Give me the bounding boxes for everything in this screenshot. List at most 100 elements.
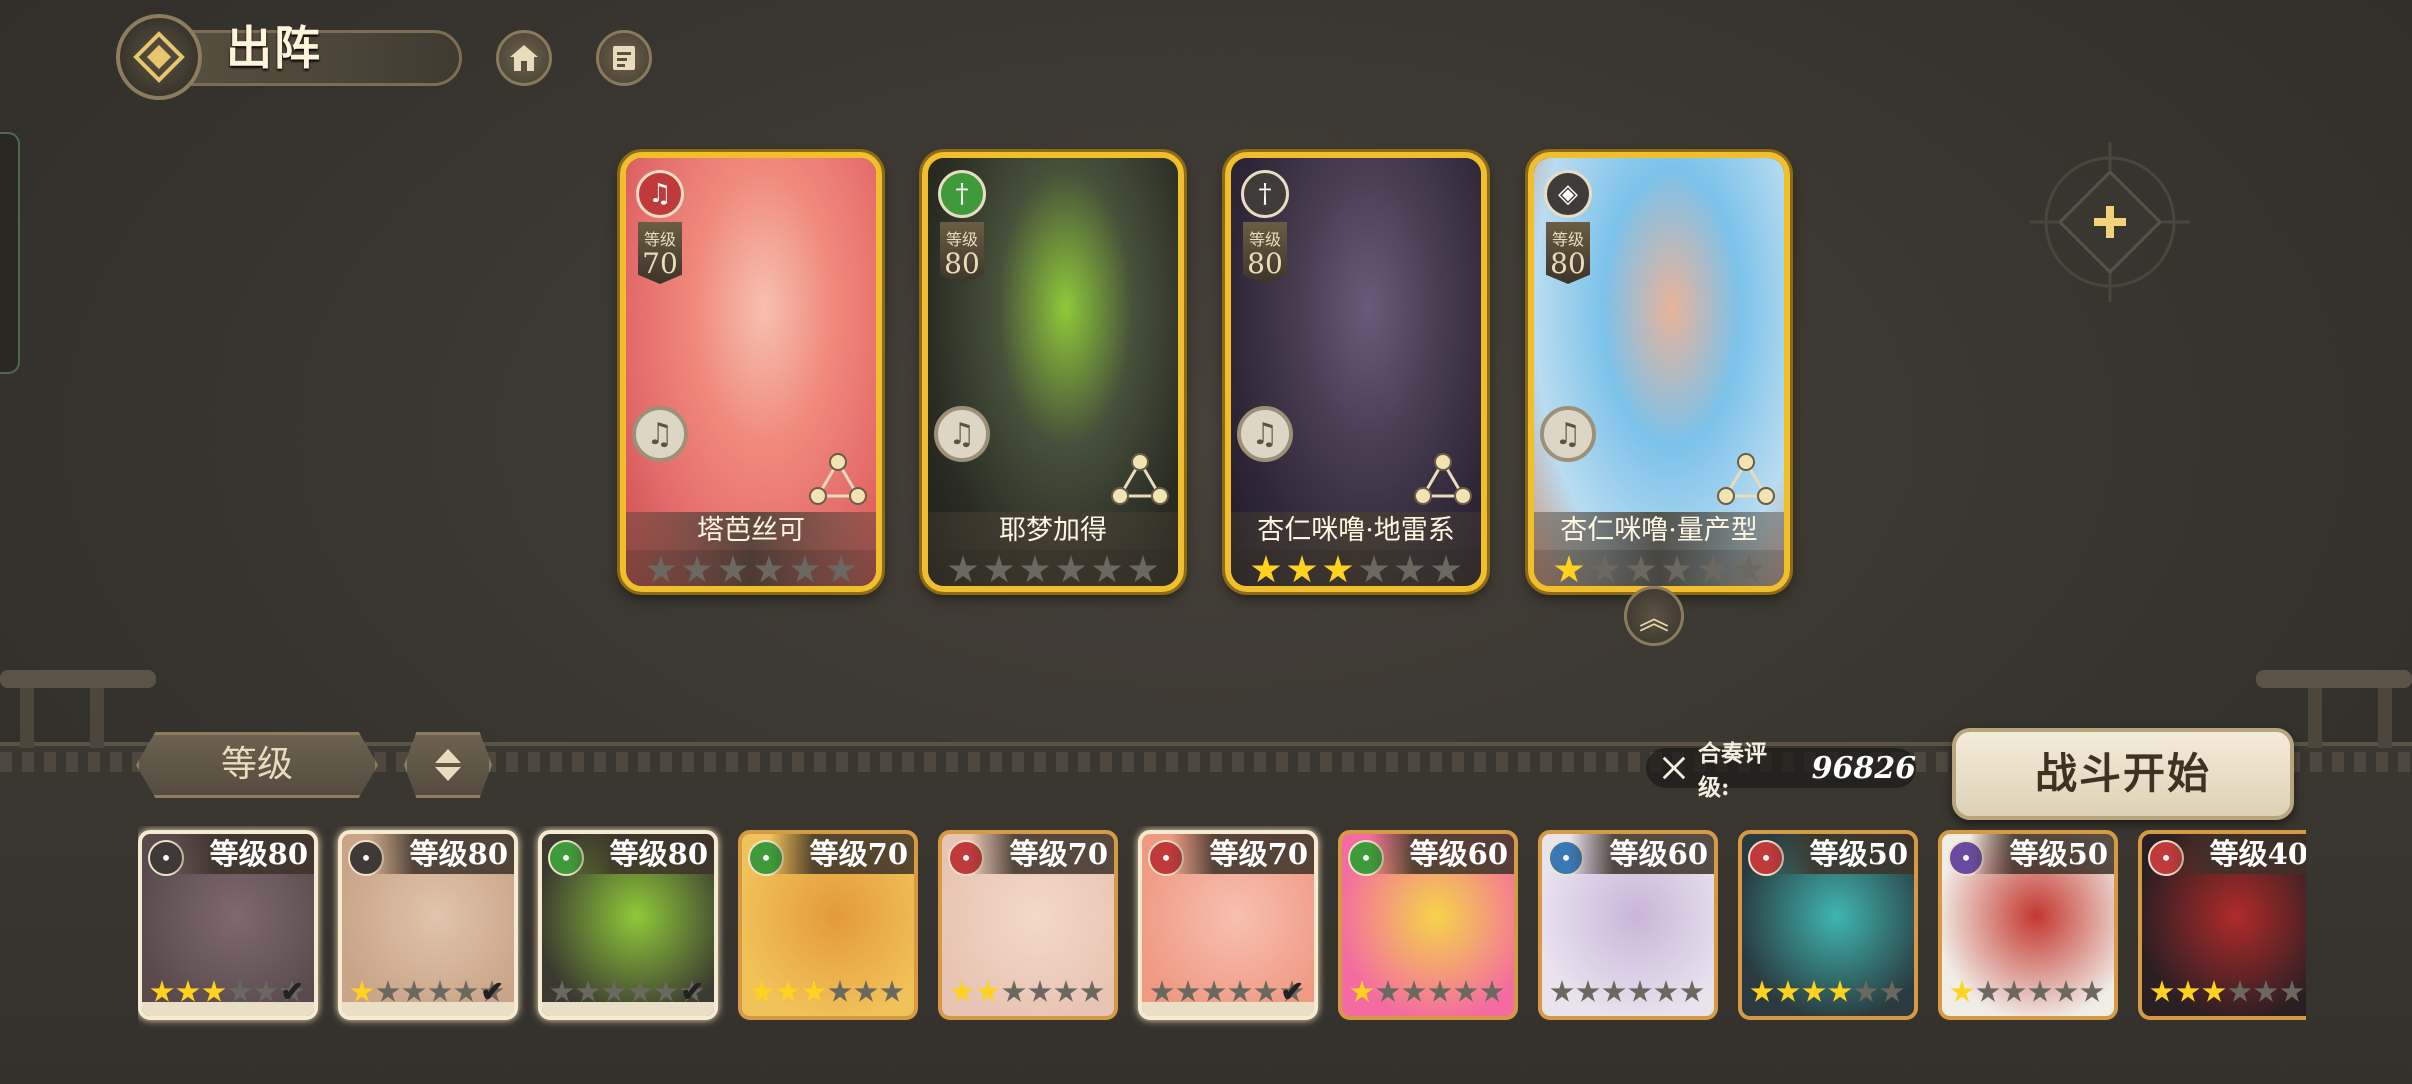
start-battle-button[interactable]: 战斗开始 xyxy=(1952,728,2294,820)
star-icon xyxy=(950,980,974,1002)
star-icon xyxy=(1776,980,1800,1002)
add-team-member-slot[interactable] xyxy=(2028,140,2192,304)
star-icon xyxy=(984,555,1014,583)
team-card[interactable]: † 等级 80 ♫ 杏仁咪噜·地雷系 xyxy=(1225,152,1487,592)
star-icon xyxy=(2080,980,2104,1002)
star-icon xyxy=(202,980,226,1002)
roster-character-card[interactable]: • 等级80 ✔ xyxy=(338,830,518,1020)
left-edge-tab[interactable] xyxy=(0,132,20,374)
music-note-icon[interactable]: ♫ xyxy=(1237,406,1293,462)
star-icon xyxy=(402,980,426,1002)
roster-character-card[interactable]: • 等级50 xyxy=(1938,830,2118,1020)
roster-level: 等级70 xyxy=(769,834,914,874)
star-icon xyxy=(2150,980,2174,1002)
roster-character-card[interactable]: • 等级40 xyxy=(2138,830,2306,1020)
star-icon xyxy=(828,980,852,1002)
roster-character-card[interactable]: • 等级80 ✔ xyxy=(538,830,718,1020)
star-icon xyxy=(376,980,400,1002)
team-card[interactable]: ♫ 等级 70 ♫ 塔芭丝可 xyxy=(620,152,882,592)
sort-by-level-button[interactable]: 等级 xyxy=(136,732,378,798)
star-icon xyxy=(1020,555,1050,583)
star-rating xyxy=(1231,550,1481,586)
star-icon xyxy=(454,980,478,1002)
star-icon xyxy=(1128,555,1158,583)
triangle-link-icon[interactable] xyxy=(1110,452,1170,508)
star-icon xyxy=(1880,980,1904,1002)
star-icon xyxy=(1554,555,1584,583)
team-card[interactable]: † 等级 80 ♫ 耶梦加得 xyxy=(922,152,1184,592)
roster-character-card[interactable]: • 等级70 xyxy=(738,830,918,1020)
diamond-emblem-icon[interactable] xyxy=(116,14,202,100)
page-title: 出阵 xyxy=(226,21,322,75)
checkmark-icon: ✔ xyxy=(280,975,304,1008)
music-note-icon[interactable]: ♫ xyxy=(934,406,990,462)
triangle-link-icon[interactable] xyxy=(808,452,868,508)
star-icon xyxy=(1628,980,1652,1002)
notes-button[interactable] xyxy=(596,30,652,86)
star-icon xyxy=(1376,980,1400,1002)
roster-level: 等级80 xyxy=(169,834,314,874)
roster-character-card[interactable]: • 等级60 xyxy=(1338,830,1518,1020)
star-icon xyxy=(826,555,856,583)
star-icon xyxy=(1662,555,1692,583)
star-icon xyxy=(228,980,252,1002)
star-icon xyxy=(1480,980,1504,1002)
music-note-icon[interactable]: ♫ xyxy=(632,406,688,462)
triangle-link-icon[interactable] xyxy=(1716,452,1776,508)
star-icon xyxy=(2202,980,2226,1002)
roster-character-card[interactable]: • 等级60 xyxy=(1538,830,1718,1020)
home-icon xyxy=(510,45,538,71)
roster-level: 等级70 xyxy=(969,834,1114,874)
notes-icon xyxy=(613,46,635,70)
star-icon xyxy=(2028,980,2052,1002)
star-icon xyxy=(1056,555,1086,583)
roster-character-card[interactable]: • 等级70 xyxy=(938,830,1118,1020)
lyre-element-icon: ♫ xyxy=(636,170,684,218)
level-badge: 等级 70 xyxy=(638,222,682,284)
star-icon xyxy=(718,555,748,583)
star-rating xyxy=(1534,550,1784,586)
shield-element-icon: ◈ xyxy=(1544,170,1592,218)
character-roster[interactable]: • 等级80 ✔ • 等级80 ✔ • 等级80 ✔ • 等级70 • 等级70 • 等级70 ✔ • 等级60 •… xyxy=(138,826,2306,1036)
star-icon xyxy=(1950,980,1974,1002)
sort-order-toggle[interactable] xyxy=(404,732,492,798)
star-icon xyxy=(1228,980,1252,1002)
expand-button[interactable]: ︽ xyxy=(1624,586,1684,646)
star-icon xyxy=(1150,980,1174,1002)
level-badge: 等级 80 xyxy=(1546,222,1590,284)
star-icon xyxy=(1080,980,1104,1002)
roster-character-card[interactable]: • 等级50 xyxy=(1738,830,1918,1020)
star-icon xyxy=(776,980,800,1002)
star-icon xyxy=(1750,980,1774,1002)
star-icon xyxy=(802,980,826,1002)
star-icon xyxy=(1054,980,1078,1002)
character-name: 杏仁咪噜·量产型 xyxy=(1534,512,1784,550)
star-icon xyxy=(1251,555,1281,583)
checkmark-icon: ✔ xyxy=(680,975,704,1008)
star-rating xyxy=(750,980,904,1004)
star-rating xyxy=(1350,980,1504,1004)
star-icon xyxy=(602,980,626,1002)
team-card[interactable]: ◈ 等级 80 ♫ 杏仁咪噜·量产型 xyxy=(1528,152,1790,592)
star-icon xyxy=(550,980,574,1002)
roster-level: 等级50 xyxy=(1769,834,1914,874)
star-icon xyxy=(646,555,676,583)
triangle-link-icon[interactable] xyxy=(1413,452,1473,508)
roster-character-card[interactable]: • 等级70 ✔ xyxy=(1138,830,1318,1020)
home-button[interactable] xyxy=(496,30,552,86)
checkmark-icon: ✔ xyxy=(480,975,504,1008)
star-icon xyxy=(1028,980,1052,1002)
star-icon xyxy=(1454,980,1478,1002)
star-icon xyxy=(1590,555,1620,583)
star-icon xyxy=(1626,555,1656,583)
star-icon xyxy=(1431,555,1461,583)
checkmark-icon: ✔ xyxy=(1280,975,1304,1008)
roster-character-card[interactable]: • 等级80 ✔ xyxy=(138,830,318,1020)
level-value: 70 xyxy=(642,247,678,280)
star-icon xyxy=(790,555,820,583)
rating-label: 合奏评级: xyxy=(1697,740,1767,801)
star-rating xyxy=(626,550,876,586)
star-icon xyxy=(1680,980,1704,1002)
music-note-icon[interactable]: ♫ xyxy=(1540,406,1596,462)
star-icon xyxy=(1576,980,1600,1002)
